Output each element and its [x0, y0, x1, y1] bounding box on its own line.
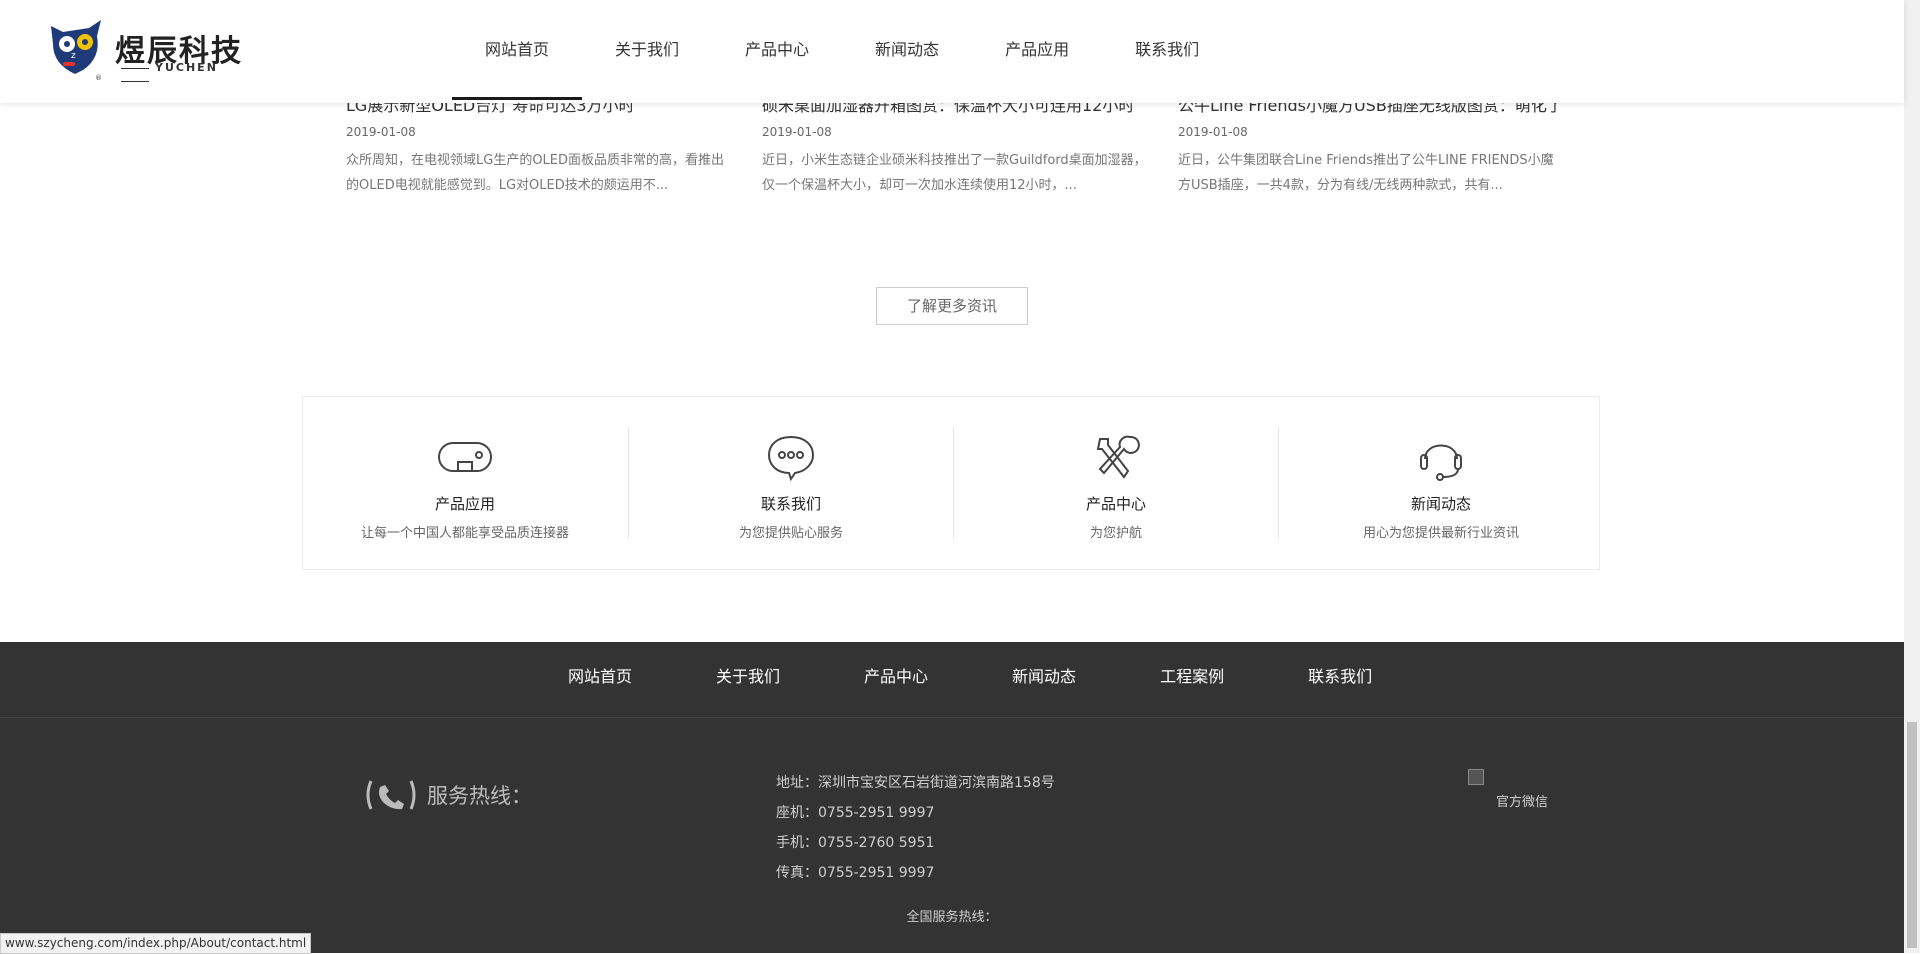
fax-text: 传真：0755-2951 9997	[776, 865, 935, 881]
service-card-news[interactable]: 新闻动态 用心为您提供最新行业资讯	[1279, 427, 1603, 541]
landline-text: 座机：0755-2951 9997	[776, 805, 935, 821]
svg-text:®: ®	[95, 74, 102, 82]
footer-link-contact[interactable]: 联系我们	[1266, 642, 1414, 712]
news-item[interactable]: LG展示新型OLED台灯 寿命可达3万小时 2019-01-08 众所周知，在电…	[346, 96, 731, 198]
service-title: 联系我们	[760, 495, 821, 513]
footer-link-news[interactable]: 新闻动态	[970, 642, 1118, 712]
broken-image-icon	[1468, 769, 1484, 785]
service-subtitle: 为您提供贴心服务	[738, 526, 843, 541]
news-date: 2019-01-08	[1178, 125, 1248, 139]
nav-item-about[interactable]: 关于我们	[582, 0, 712, 100]
service-hotline: 服务热线：	[363, 778, 532, 812]
scrollbar-thumb[interactable]	[1907, 722, 1917, 948]
nav-item-contact[interactable]: 联系我们	[1102, 0, 1232, 100]
national-hotline: 全国服务热线：	[906, 910, 998, 925]
service-subtitle: 为您护航	[1089, 526, 1142, 541]
footer-nav: 网站首页 关于我们 产品中心 新闻动态 工程案例 联系我们	[0, 642, 1904, 718]
phone-icon	[366, 780, 416, 810]
nav-item-home[interactable]: 网站首页	[452, 0, 583, 100]
footer-link-home[interactable]: 网站首页	[526, 642, 674, 712]
news-list: LG展示新型OLED台灯 寿命可达3万小时 2019-01-08 众所周知，在电…	[346, 96, 1606, 206]
owl-logo-icon: z ®	[51, 20, 102, 82]
footer-link-products[interactable]: 产品中心	[822, 642, 970, 712]
contact-info: 地址：深圳市宝安区石岩街道河滨南路158号 座机：0755-2951 9997 …	[776, 768, 1055, 888]
news-item[interactable]: 硕米桌面加湿器开箱图赏：保温杯大小可连用12小时 2019-01-08 近日，小…	[762, 96, 1147, 198]
logo-subtext: YUCHEN	[115, 61, 245, 87]
site-header: z ® 煜辰科技 YUCHEN 网站首页 关于我们 产品中心 新闻动态 产品应用…	[0, 0, 1904, 103]
nav-item-news[interactable]: 新闻动态	[842, 0, 972, 100]
gamepad-icon	[438, 442, 492, 472]
page-scrollbar[interactable]	[1904, 0, 1920, 953]
service-card-products[interactable]: 产品中心 为您护航	[954, 427, 1278, 541]
mobile-text: 手机：0755-2760 5951	[776, 835, 935, 851]
service-panel: 产品应用 让每一个中国人都能享受品质连接器 联系我们 为您提供贴心服务 产品中心…	[302, 396, 1600, 570]
wechat-qr[interactable]: 官方微信	[1468, 769, 1568, 810]
nav-item-applications[interactable]: 产品应用	[972, 0, 1102, 100]
news-summary: 近日，小米生态链企业硕米科技推出了一款Guildford桌面加湿器，仅一个保温杯…	[762, 153, 1147, 193]
service-title: 产品应用	[434, 495, 495, 513]
tools-icon	[1096, 435, 1140, 479]
site-logo[interactable]: z ® 煜辰科技 YUCHEN	[45, 18, 245, 84]
hotline-label: 服务热线：	[427, 784, 532, 808]
chat-bubble-icon	[767, 435, 815, 482]
service-card-contact[interactable]: 联系我们 为您提供贴心服务	[629, 427, 953, 541]
news-date: 2019-01-08	[346, 125, 416, 139]
service-title: 产品中心	[1085, 495, 1146, 513]
service-subtitle: 让每一个中国人都能享受品质连接器	[360, 526, 569, 541]
more-news-button[interactable]: 了解更多资讯	[876, 287, 1028, 325]
address-text: 地址：深圳市宝安区石岩街道河滨南路158号	[776, 775, 1055, 791]
news-date: 2019-01-08	[762, 125, 832, 139]
wechat-label: 官方微信	[1496, 795, 1549, 810]
nav-item-products[interactable]: 产品中心	[712, 0, 842, 100]
link-status-bar: www.szycheng.com/index.php/About/contact…	[0, 933, 312, 954]
news-summary: 近日，公牛集团联合Line Friends推出了公牛LINE FRIENDS小魔…	[1178, 153, 1554, 193]
headset-icon	[1420, 444, 1462, 481]
service-subtitle: 用心为您提供最新行业资讯	[1362, 526, 1519, 541]
service-title: 新闻动态	[1410, 495, 1471, 513]
news-summary: 众所周知，在电视领域LG生产的OLED面板品质非常的高，看推出的OLED电视就能…	[346, 153, 725, 193]
site-footer: 网站首页 关于我们 产品中心 新闻动态 工程案例 联系我们 服务热线： 地址：深…	[0, 642, 1904, 953]
footer-link-cases[interactable]: 工程案例	[1118, 642, 1266, 712]
main-nav: 网站首页 关于我们 产品中心 新闻动态 产品应用 联系我们	[452, 0, 1232, 103]
news-item[interactable]: 公牛Line Friends小魔方USB插座无线版图赏：萌化了 2019-01-…	[1178, 96, 1563, 198]
svg-text:z: z	[71, 51, 76, 61]
service-card-applications[interactable]: 产品应用 让每一个中国人都能享受品质连接器	[303, 427, 627, 541]
footer-link-about[interactable]: 关于我们	[674, 642, 822, 712]
